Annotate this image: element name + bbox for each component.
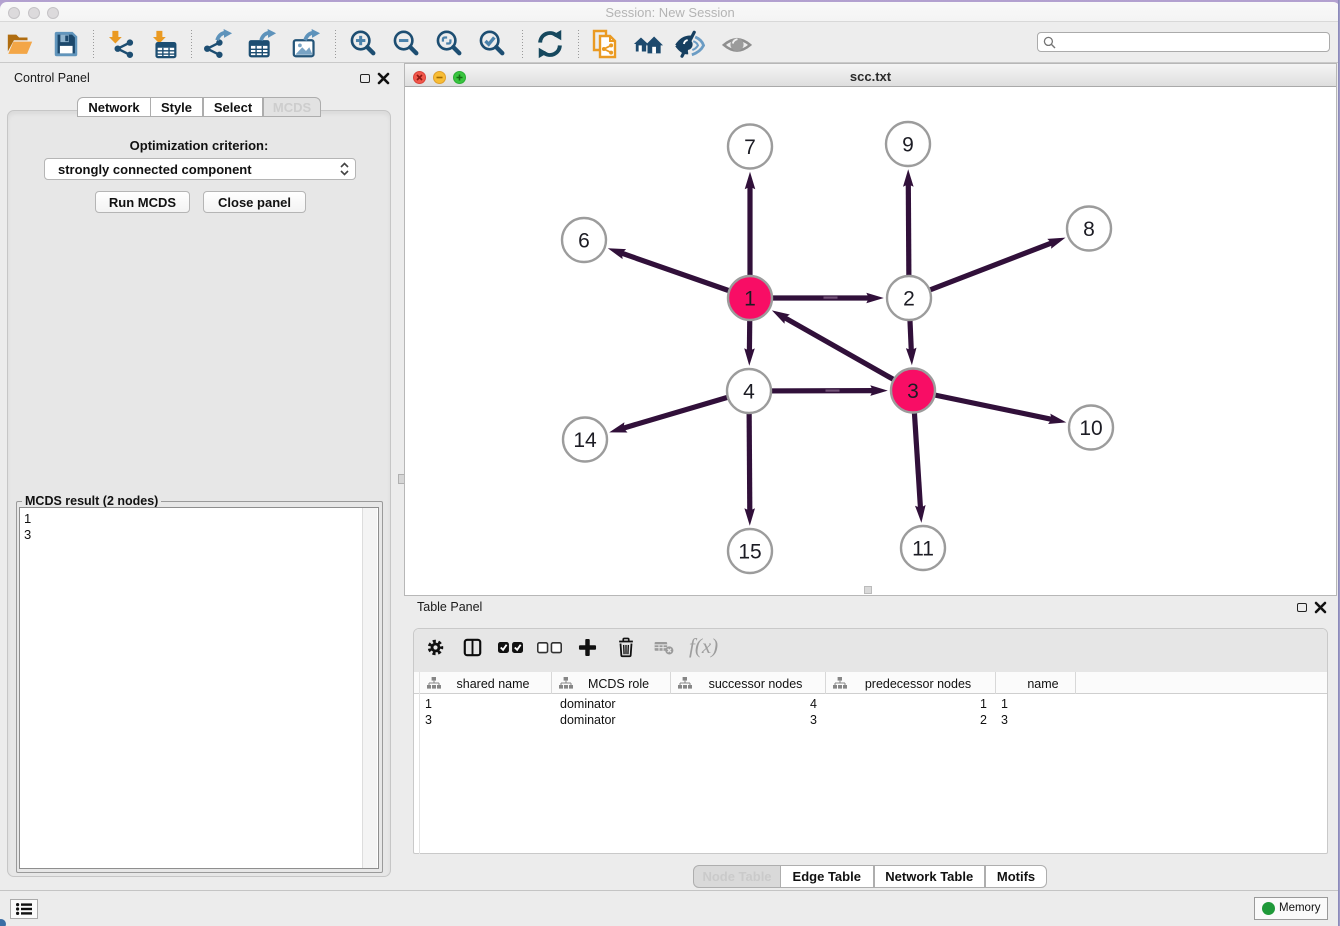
- svg-text:4: 4: [743, 381, 755, 404]
- svg-text:8: 8: [1083, 218, 1095, 241]
- svg-text:1: 1: [744, 288, 756, 311]
- svg-text:6: 6: [578, 230, 590, 253]
- svg-text:10: 10: [1079, 417, 1102, 440]
- svg-text:15: 15: [738, 541, 761, 564]
- svg-text:14: 14: [573, 429, 597, 452]
- svg-text:7: 7: [744, 136, 756, 159]
- svg-text:2: 2: [903, 288, 915, 311]
- svg-text:11: 11: [912, 538, 934, 561]
- svg-text:3: 3: [907, 380, 919, 403]
- svg-text:9: 9: [902, 134, 914, 157]
